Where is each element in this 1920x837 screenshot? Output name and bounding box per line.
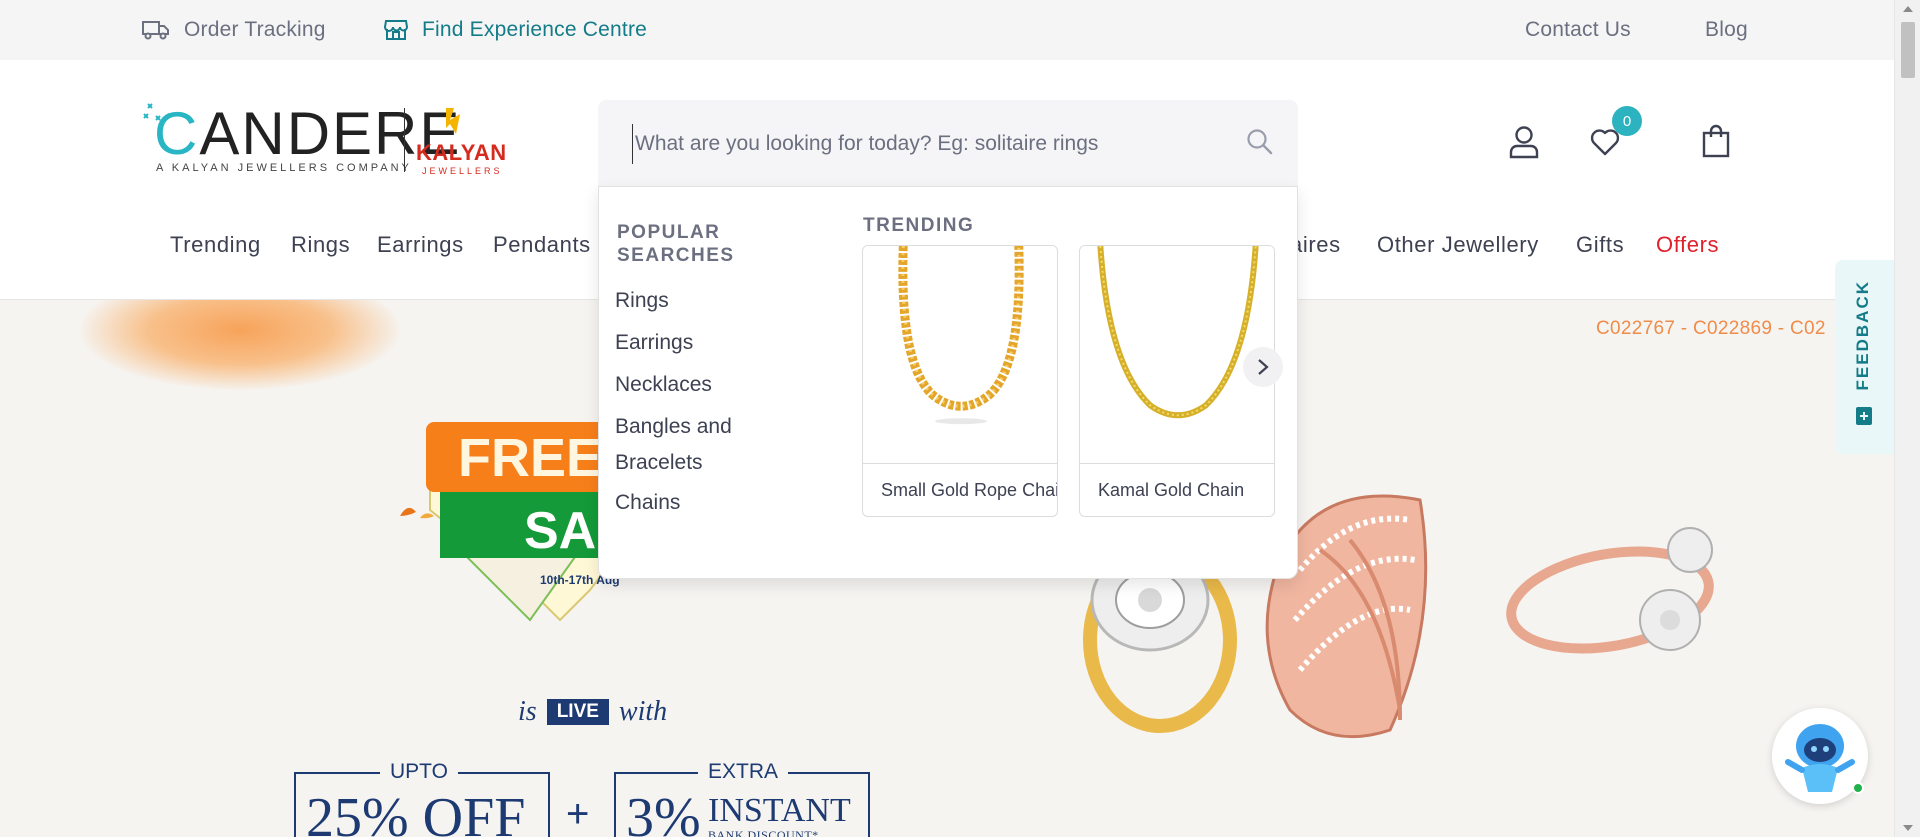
product-codes: C022767 - C022869 - C02 — [1596, 318, 1826, 339]
feedback-label: FEEDBACK — [1853, 280, 1872, 391]
popular-search-earrings[interactable]: Earrings — [615, 325, 765, 361]
offer-extra-side: INSTANT — [708, 792, 851, 829]
decorative-flag-icon — [400, 507, 434, 519]
offer-extra-value: 3% — [626, 787, 701, 837]
trending-title: TRENDING — [863, 215, 975, 236]
offer-upto-cap: UPTO — [380, 760, 458, 784]
trending-product-name: Kamal Gold Chain — [1098, 480, 1245, 500]
search-suggestions-dropdown: POPULAR SEARCHES Rings Earrings Necklace… — [598, 186, 1298, 579]
carousel-next-button[interactable] — [1243, 347, 1283, 387]
paint-splash-decoration — [80, 300, 400, 390]
popular-search-rings[interactable]: Rings — [615, 283, 765, 319]
shopping-bag-icon[interactable] — [1702, 124, 1730, 158]
nav-offers[interactable]: Offers — [1656, 232, 1719, 258]
kalyan-mark-icon — [446, 108, 460, 134]
popular-search-chains[interactable]: Chains — [615, 485, 765, 521]
top-utility-bar: Order Tracking Find Experience Centre Co… — [0, 0, 1894, 60]
wishlist-count-badge: 0 — [1612, 106, 1642, 136]
page-scrollbar[interactable] — [1894, 0, 1920, 837]
nav-rings[interactable]: Rings — [291, 232, 350, 258]
nav-pendants[interactable]: Pendants — [493, 232, 591, 258]
trending-product-card[interactable]: Kamal Gold Chain — [1079, 245, 1275, 517]
is-text: is — [518, 696, 537, 727]
contact-us-link[interactable]: Contact Us — [1525, 0, 1631, 60]
kalyan-logo-sub: JEWELLERS — [422, 166, 503, 176]
rope-chain-image — [863, 246, 1057, 464]
with-text: with — [618, 696, 668, 727]
blog-link[interactable]: Blog — [1705, 0, 1748, 60]
user-icon[interactable] — [1508, 125, 1540, 159]
logo-tagline: A KALYAN JEWELLERS COMPANY — [156, 162, 412, 174]
popular-search-bangles[interactable]: Bangles and Bracelets — [615, 409, 765, 481]
search-bar — [598, 100, 1298, 186]
nav-other-jewellery[interactable]: Other Jewellery — [1377, 232, 1539, 258]
heart-icon[interactable] — [1590, 128, 1620, 156]
logo-divider — [404, 108, 405, 172]
popular-search-necklaces[interactable]: Necklaces — [615, 367, 765, 403]
offer-extra-side2: BANK DISCOUNT* — [708, 828, 819, 837]
live-badge: LIVE — [546, 699, 609, 725]
offer-upto-box: UPTO 25% OFF — [294, 760, 550, 837]
nav-earrings[interactable]: Earrings — [377, 232, 464, 258]
feedback-icon — [1856, 407, 1872, 425]
kalyan-logo-text: KALYAN — [416, 140, 507, 165]
candere-logo[interactable]: CANDERE A KALYAN JEWELLERS COMPANY KALYA… — [142, 100, 506, 176]
chat-bot-button[interactable] — [1772, 708, 1868, 804]
scrollbar-thumb[interactable] — [1901, 22, 1915, 78]
search-input[interactable] — [632, 124, 1232, 164]
popular-searches-title: POPULAR SEARCHES — [617, 222, 735, 266]
order-tracking-link[interactable]: Order Tracking — [142, 0, 326, 60]
order-tracking-label: Order Tracking — [184, 18, 326, 41]
sale-title-2: SA — [524, 502, 596, 560]
truck-icon — [142, 21, 169, 40]
store-icon — [384, 20, 408, 40]
trending-product-name: Small Gold Rope Chai — [881, 480, 1058, 500]
scroll-down-icon[interactable] — [1903, 825, 1913, 831]
feedback-tab[interactable]: FEEDBACK — [1835, 260, 1894, 454]
search-icon[interactable] — [1246, 128, 1274, 156]
offer-upto-value: 25% OFF — [306, 787, 526, 837]
find-experience-centre-link[interactable]: Find Experience Centre — [384, 0, 647, 60]
trending-product-card[interactable]: Small Gold Rope Chai — [862, 245, 1058, 517]
offer-extra-cap: EXTRA — [698, 760, 789, 784]
find-experience-centre-label: Find Experience Centre — [422, 18, 648, 41]
online-status-dot — [1852, 782, 1864, 794]
nav-gifts[interactable]: Gifts — [1576, 232, 1624, 258]
chevron-right-icon — [1258, 359, 1269, 375]
offer-extra-box: EXTRA 3% INSTANT BANK DISCOUNT* — [614, 760, 870, 837]
plus-sign: + — [566, 792, 590, 836]
scroll-up-icon[interactable] — [1903, 6, 1913, 12]
nav-trending[interactable]: Trending — [170, 232, 261, 258]
is-live-with: is LIVE with — [518, 696, 667, 728]
